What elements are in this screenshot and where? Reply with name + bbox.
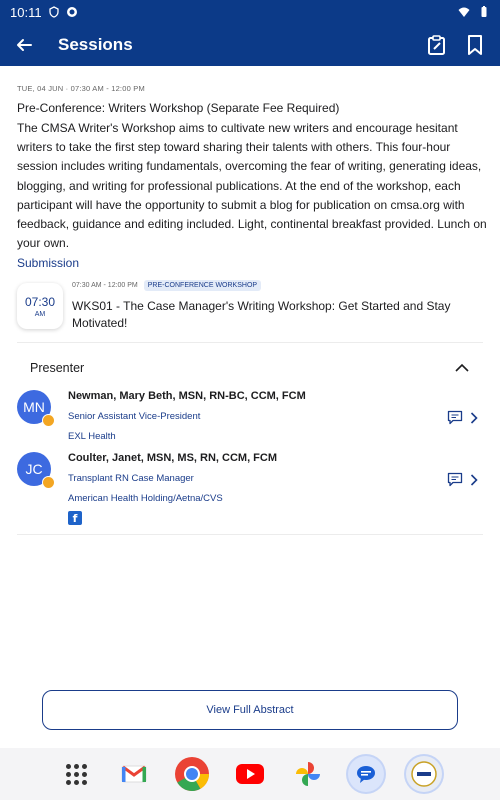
time-badge: 07:30 AM	[17, 283, 63, 329]
chat-icon[interactable]	[447, 410, 463, 425]
apps-grid-icon[interactable]	[58, 756, 94, 792]
presenter-header[interactable]: Presenter	[30, 360, 470, 376]
divider	[17, 534, 483, 535]
cmsa-icon[interactable]	[406, 756, 442, 792]
presenter-role: Senior Assistant Vice-President	[68, 411, 201, 422]
presenter-item[interactable]: MN Newman, Mary Beth, MSN, RN-BC, CCM, F…	[17, 390, 483, 442]
submission-time-range: 07:30 AM - 12:00 PM	[72, 282, 138, 289]
bookmark-icon	[468, 35, 482, 55]
submission-card[interactable]: 07:30 AM 07:30 AM - 12:00 PM PRE-CONFERE…	[17, 280, 483, 344]
shield-icon	[48, 6, 59, 18]
presenter-org: EXL Health	[68, 431, 116, 442]
chevron-right-icon[interactable]	[469, 411, 479, 425]
gmail-icon[interactable]	[116, 756, 152, 792]
presenter-name: Newman, Mary Beth, MSN, RN-BC, CCM, FCM	[68, 390, 306, 402]
presenter-name: Coulter, Janet, MSN, MS, RN, CCM, FCM	[68, 452, 278, 464]
photos-icon[interactable]	[290, 756, 326, 792]
notes-button[interactable]	[424, 32, 450, 58]
avatar: JC	[17, 452, 55, 489]
presenter-org: American Health Holding/Aetna/CVS	[68, 493, 223, 504]
presenter-item[interactable]: JC Coulter, Janet, MSN, MS, RN, CCM, FCM…	[17, 452, 483, 525]
divider	[17, 342, 483, 343]
presenter-heading: Presenter	[30, 361, 85, 375]
avatar: MN	[17, 390, 55, 427]
bookmark-button[interactable]	[462, 32, 488, 58]
session-title: Pre-Conference: Writers Workshop (Separa…	[17, 101, 340, 115]
avatar-initials: MN	[23, 399, 45, 415]
app-bar: Sessions	[0, 24, 500, 66]
chevron-right-icon[interactable]	[469, 473, 479, 487]
battery-icon	[481, 6, 487, 17]
app-dock	[0, 748, 500, 800]
badge-icon	[42, 476, 55, 489]
submission-tag: PRE-CONFERENCE WORKSHOP	[143, 280, 262, 291]
badge-icon	[42, 414, 55, 427]
session-description: The CMSA Writer's Workshop aims to culti…	[17, 121, 487, 251]
status-bar: 10:11	[0, 0, 500, 24]
view-full-abstract-button[interactable]: View Full Abstract	[42, 690, 458, 730]
page-title: Sessions	[58, 35, 133, 54]
chat-icon[interactable]	[447, 472, 463, 487]
back-button[interactable]	[0, 24, 48, 66]
status-time: 10:11	[10, 4, 42, 20]
chrome-icon[interactable]	[174, 756, 210, 792]
presenter-role: Transplant RN Case Manager	[68, 473, 194, 484]
chevron-up-icon[interactable]	[454, 360, 470, 376]
badge-ampm: AM	[34, 310, 46, 318]
messages-icon[interactable]	[348, 756, 384, 792]
avatar-initials: JC	[25, 461, 43, 477]
session-date: TUE, 04 JUN · 07:30 AM - 12:00 PM	[17, 84, 145, 93]
session-content: TUE, 04 JUN · 07:30 AM - 12:00 PM Pre-Co…	[0, 66, 500, 686]
edit-note-icon	[428, 35, 445, 55]
wifi-icon	[458, 7, 470, 17]
submission-heading: Submission	[17, 256, 80, 270]
submission-title: WKS01 - The Case Manager's Writing Works…	[72, 299, 451, 330]
youtube-icon[interactable]	[232, 756, 268, 792]
notification-icon	[66, 7, 77, 17]
arrow-left-icon	[17, 39, 32, 51]
facebook-icon[interactable]: f	[68, 511, 82, 525]
badge-time: 07:30	[24, 294, 56, 309]
